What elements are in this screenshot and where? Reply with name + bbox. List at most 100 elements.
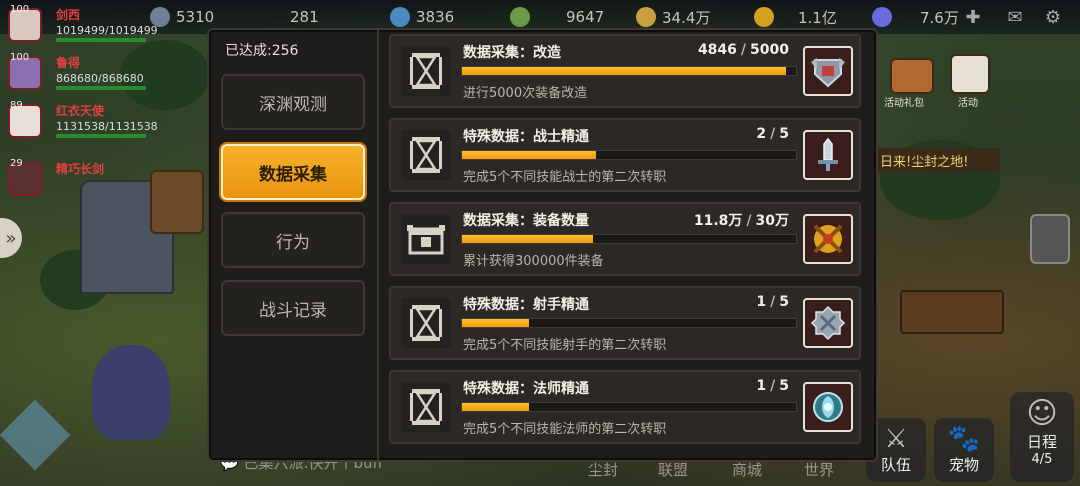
member-name: 剑西 <box>56 8 81 22</box>
progress-bar <box>461 150 797 160</box>
party-member[interactable]: 29 精巧长剑 <box>4 158 154 202</box>
progress-fill <box>462 151 596 159</box>
crystal-icon <box>390 7 410 27</box>
achievement-title: 特殊数据：法师精通 <box>463 381 589 397</box>
party-member[interactable]: 89 红衣天使 1131538/1131538 <box>4 100 158 144</box>
resource-value: 3836 <box>416 8 455 26</box>
gear-icon[interactable]: ⚙ <box>1042 6 1064 28</box>
schedule-button[interactable]: ☺ 日程 4/5 <box>1010 392 1074 482</box>
progress-total: 5 <box>779 378 789 394</box>
crystal <box>0 399 71 471</box>
member-level: 100 <box>10 4 30 15</box>
pet-label: 宠物 <box>948 456 979 474</box>
achievement-card[interactable]: 数据采集：装备数量 11.8万/30万 累计获得300000件装备 <box>389 202 861 276</box>
achievement-title: 数据采集：装备数量 <box>463 213 589 229</box>
progress-total: 5 <box>779 126 789 142</box>
achievement-title: 特殊数据：战士精通 <box>463 129 589 145</box>
calendar-icon[interactable] <box>950 54 990 94</box>
resource-5: 34.4万 <box>636 5 710 29</box>
member-level: 100 <box>10 52 30 63</box>
tab-abyss-observation[interactable]: 深渊观测 <box>221 74 365 130</box>
progress-bar <box>461 402 797 412</box>
schedule-count: 4/5 <box>1031 452 1053 467</box>
party-member[interactable]: 100 鲁得 868680/868680 <box>4 52 154 96</box>
progress-current: 11.8万 <box>693 213 743 229</box>
resource-value: 5310 <box>176 8 215 26</box>
progress-current: 4846 <box>697 42 737 58</box>
resource-value: 281 <box>290 8 319 26</box>
event-banner[interactable]: 日来!尘封之地! <box>876 148 1000 172</box>
member-hp: 868680/868680 <box>56 72 144 85</box>
nav-shop[interactable]: 商城 <box>732 459 762 480</box>
schedule-avatar-icon: ☺ <box>1026 396 1058 431</box>
treasure-chest-icon <box>401 214 451 264</box>
achievement-desc: 完成5个不同技能射手的第二次转职 <box>463 338 667 353</box>
gear-badge-icon[interactable] <box>803 298 853 348</box>
achievement-desc: 进行5000次装备改造 <box>463 86 588 101</box>
pet-button[interactable]: 🐾 宠物 <box>934 418 994 482</box>
achievement-progress-text: 1/5 <box>756 294 789 310</box>
member-level: 29 <box>10 158 23 169</box>
achievement-progress-text: 2/5 <box>756 126 789 142</box>
paw-icon: 🐾 <box>947 424 981 454</box>
crossed-swords-badge-icon[interactable] <box>803 214 853 264</box>
hourglass-icon <box>401 298 451 348</box>
party-member[interactable]: 100 剑西 1019499/1019499 <box>4 4 158 48</box>
progress-total: 30万 <box>755 213 789 229</box>
resource-value: 1.1亿 <box>798 8 837 27</box>
progress-fill <box>462 235 594 243</box>
wooden-table <box>900 290 1004 334</box>
hp-bar <box>56 86 146 90</box>
tab-behavior[interactable]: 行为 <box>221 212 365 268</box>
resource-value: 7.6万 <box>920 8 959 27</box>
nav-alliance[interactable]: 联盟 <box>658 459 688 480</box>
progress-fill <box>462 67 786 75</box>
resource-6: 1.1亿 <box>754 5 837 29</box>
progress-total: 5 <box>779 294 789 310</box>
member-name: 精巧长剑 <box>56 162 105 176</box>
activity-label: 活动 <box>958 98 978 109</box>
achievement-progress-text: 1/5 <box>756 378 789 394</box>
member-level: 89 <box>10 100 23 111</box>
progress-current: 2 <box>756 126 767 142</box>
tab-label: 深渊观测 <box>259 94 327 115</box>
add-icon[interactable]: ✚ <box>962 6 984 28</box>
egg-icon[interactable] <box>1030 214 1070 264</box>
nav-dust[interactable]: 尘封 <box>588 459 618 480</box>
tab-battle-record[interactable]: 战斗记录 <box>221 280 365 336</box>
achieved-count: 已达成:256 <box>225 43 299 59</box>
achievement-desc: 完成5个不同技能法师的第二次转职 <box>463 422 667 437</box>
tab-data-collection[interactable]: 数据采集 <box>221 144 365 200</box>
achievement-card[interactable]: 特殊数据：法师精通 1/5 完成5个不同技能法师的第二次转职 <box>389 370 861 444</box>
sword-badge-icon[interactable] <box>803 130 853 180</box>
resource-value: 34.4万 <box>662 8 711 27</box>
orb-badge-icon[interactable] <box>803 382 853 432</box>
gold-coin-icon <box>754 7 774 27</box>
achievement-card[interactable]: 数据采集：改造 4846/5000 进行5000次装备改造 <box>389 34 861 108</box>
achievement-card[interactable]: 特殊数据：射手精通 1/5 完成5个不同技能射手的第二次转职 <box>389 286 861 360</box>
achievement-progress-text: 4846/5000 <box>697 42 789 58</box>
resource-3: 3836 <box>390 5 454 29</box>
hourglass-icon <box>401 46 451 96</box>
achievement-desc: 完成5个不同技能战士的第二次转职 <box>463 170 667 185</box>
schedule-label: 日程 <box>1026 433 1057 451</box>
gift-pack-icon[interactable] <box>890 58 934 94</box>
tab-label: 战斗记录 <box>259 300 327 321</box>
gift-pack-label: 活动礼包 <box>884 98 924 109</box>
progress-current: 1 <box>756 378 767 394</box>
resource-1: 5310 <box>150 5 214 29</box>
progress-bar <box>461 318 797 328</box>
progress-fill <box>462 319 529 327</box>
achievement-card[interactable]: 特殊数据：战士精通 2/5 完成5个不同技能战士的第二次转职 <box>389 118 861 192</box>
member-hp: 1131538/1131538 <box>56 120 158 133</box>
wood-icon <box>510 7 530 27</box>
nav-world[interactable]: 世界 <box>804 459 834 480</box>
tab-label: 数据采集 <box>259 164 327 185</box>
bear-character <box>92 345 170 440</box>
achievement-title: 特殊数据：射手精通 <box>463 297 589 313</box>
tab-label: 行为 <box>276 232 310 253</box>
mail-icon[interactable]: ✉ <box>1004 6 1026 28</box>
member-hp: 1019499/1019499 <box>56 24 158 37</box>
achievement-dialog: 已达成:256 深渊观测 数据采集 行为 战斗记录 数据采集：改造 4846/5… <box>207 28 878 462</box>
shield-badge-icon[interactable] <box>803 46 853 96</box>
